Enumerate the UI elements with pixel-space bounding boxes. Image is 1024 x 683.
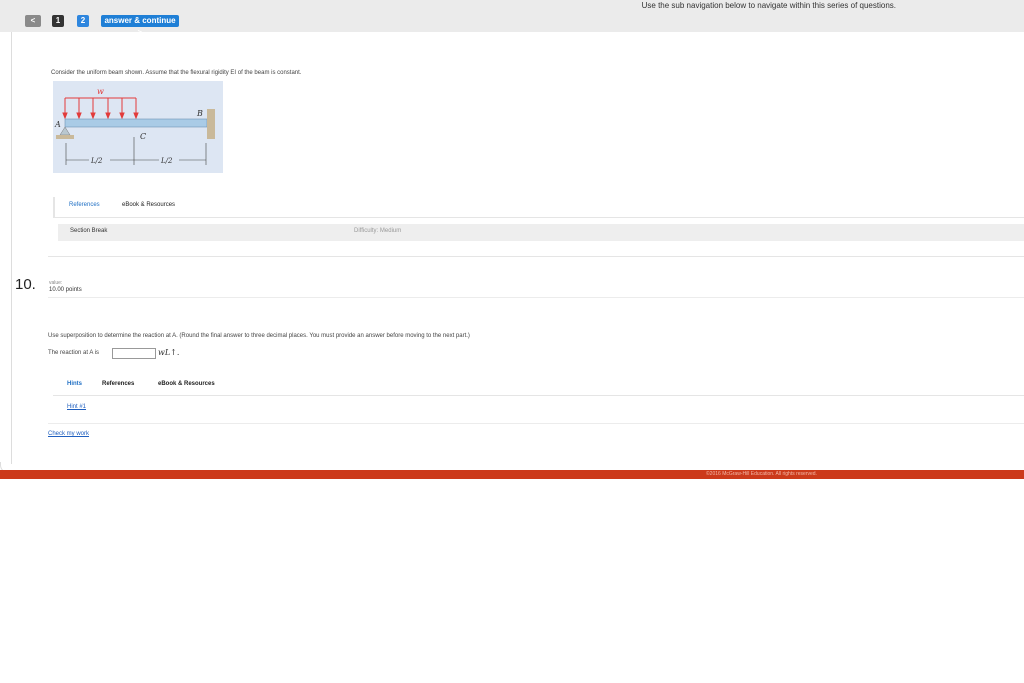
check-my-work-link[interactable]: Check my work	[48, 431, 89, 437]
divider	[48, 256, 1024, 257]
previous-button[interactable]: <	[25, 15, 41, 27]
question-part-2-button[interactable]: 2	[77, 15, 89, 27]
beam-figure: w A B C L/2 L/2	[53, 81, 223, 173]
subnav-hint-text: Use the sub navigation below to navigate…	[641, 1, 896, 10]
pin-support	[59, 126, 71, 136]
copyright-text: ©2016 McGraw-Hill Education. All rights …	[706, 471, 817, 477]
beam-diagram: w A B C L/2 L/2	[54, 87, 215, 165]
tab-references[interactable]: References	[102, 381, 134, 387]
points-label: 10.00 points	[49, 287, 82, 293]
divider	[48, 297, 1024, 298]
fixed-wall	[207, 109, 215, 139]
distributed-load	[62, 97, 139, 120]
tab-ebook-resources[interactable]: eBook & Resources	[158, 381, 215, 387]
dim-right-label: L/2	[160, 157, 173, 165]
section-break-bar	[58, 224, 1024, 241]
question-part-1-button[interactable]: 1	[52, 15, 64, 27]
beam	[64, 118, 208, 128]
value-label: value:	[49, 280, 63, 286]
footer-bar	[0, 470, 1024, 479]
tab-ebook-resources[interactable]: eBook & Resources	[122, 202, 175, 208]
tab-hints[interactable]: Hints	[67, 381, 82, 387]
point-c-label: C	[140, 132, 146, 141]
question-number: 10.	[15, 276, 36, 293]
load-label: w	[97, 87, 104, 96]
point-b-label: B	[196, 109, 203, 118]
answer-continue-button[interactable]: answer & continue >	[101, 15, 179, 37]
answer-prefix: The reaction at A is	[48, 350, 100, 356]
section-break-label: Section Break	[70, 228, 108, 234]
reaction-answer-input[interactable]	[112, 348, 156, 359]
hint-1-link[interactable]: Hint #1	[67, 404, 86, 410]
support-base	[56, 135, 74, 139]
dim-left-label: L/2	[90, 157, 103, 165]
difficulty-label: Difficulty: Medium	[354, 228, 402, 234]
question-prompt: Use superposition to determine the react…	[48, 333, 470, 339]
tab-references[interactable]: References	[69, 202, 100, 208]
problem-intro: Consider the uniform beam shown. Assume …	[51, 70, 302, 76]
divider	[48, 423, 1024, 424]
content-left-border	[11, 32, 12, 464]
resources-tab-bar	[53, 197, 1024, 218]
answer-unit: wL↑.	[158, 348, 180, 357]
point-a-label: A	[54, 120, 61, 129]
